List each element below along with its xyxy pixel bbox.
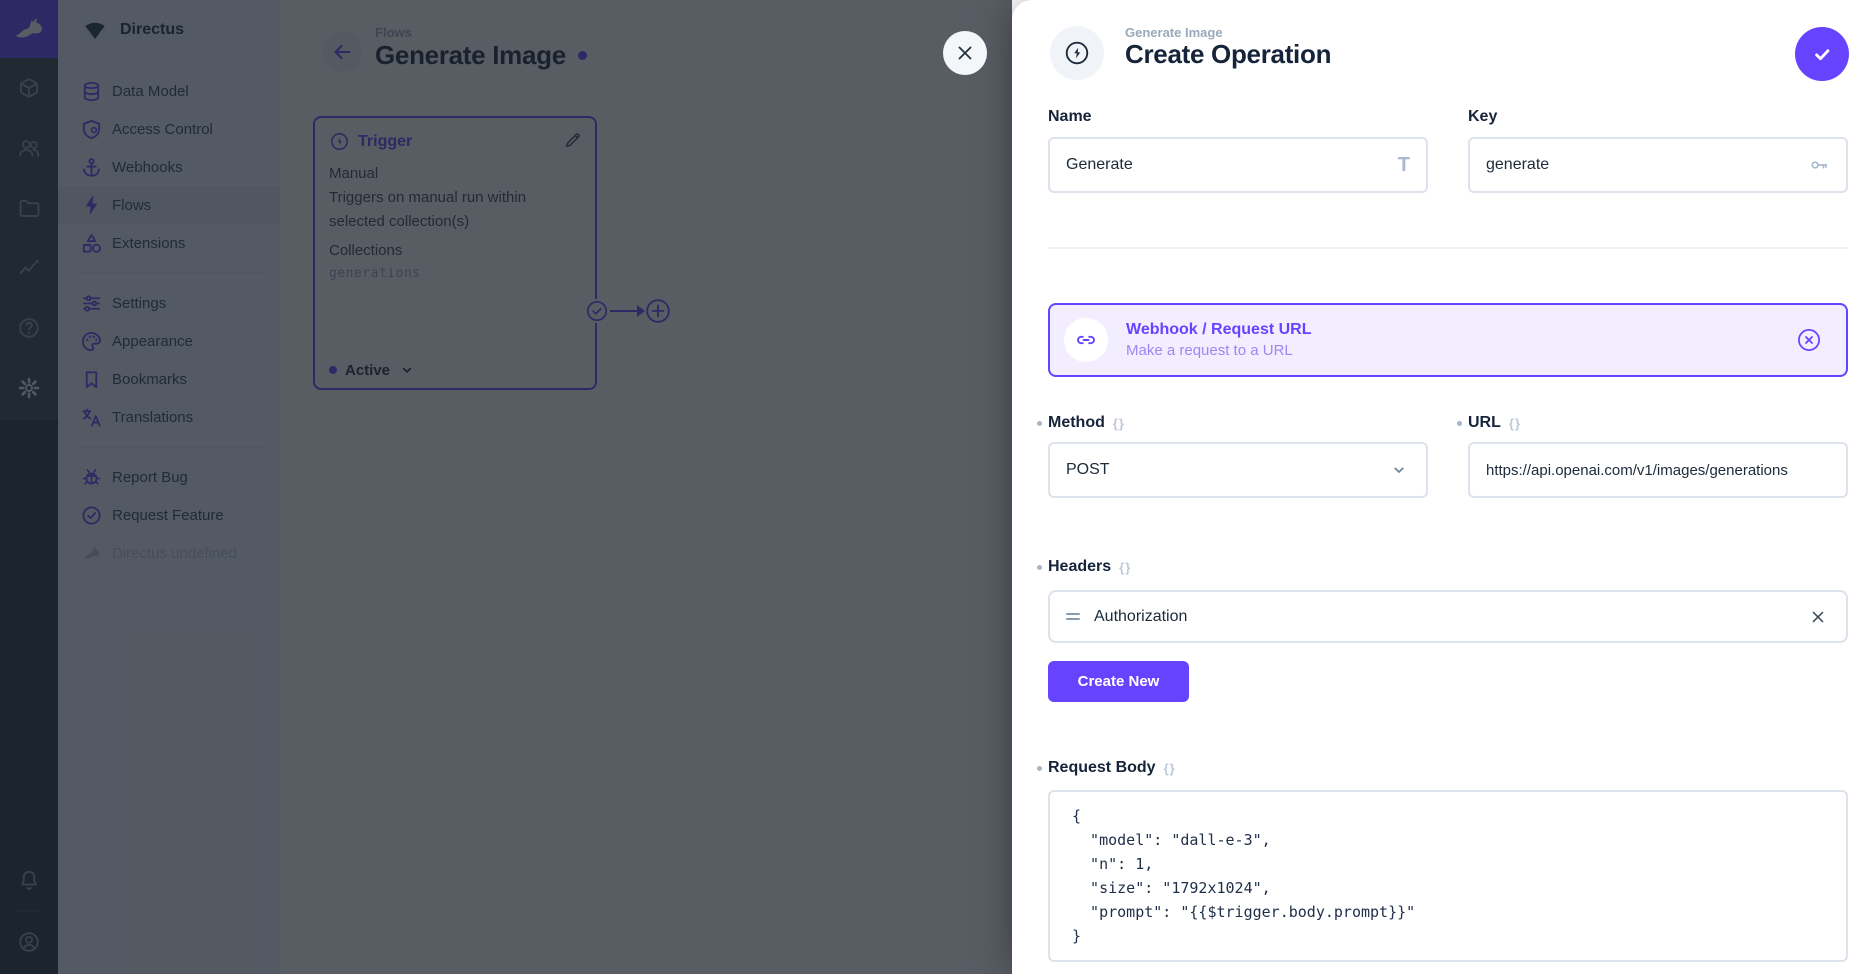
close-icon (954, 42, 976, 64)
key-field-label: Key (1468, 108, 1497, 126)
operation-type-text: Webhook / Request URL Make a request to … (1126, 321, 1312, 359)
key-input-value: generate (1486, 156, 1549, 174)
label-text: URL (1468, 414, 1501, 432)
url-input-value: https://api.openai.com/v1/images/generat… (1486, 462, 1788, 479)
method-field-label: Method {} (1048, 414, 1125, 432)
name-field-label: Name (1048, 108, 1092, 126)
url-field-label: URL {} (1468, 414, 1521, 432)
code-line: "size": "1792x1024", (1072, 876, 1824, 900)
drawer-header-icon-button[interactable] (1050, 26, 1104, 80)
label-text: Request Body (1048, 759, 1156, 777)
app-root: Directus Data Model Access Control Webho… (0, 0, 1865, 974)
name-input[interactable]: Generate T (1048, 137, 1428, 193)
header-list-item[interactable]: Authorization (1048, 590, 1848, 643)
raw-value-icon[interactable]: {} (1113, 416, 1125, 431)
operation-type-card-webhook[interactable]: Webhook / Request URL Make a request to … (1048, 303, 1848, 377)
x-icon (1808, 607, 1828, 627)
drawer-title: Create Operation (1125, 39, 1331, 70)
name-input-value: Generate (1066, 156, 1133, 174)
method-select[interactable]: POST (1048, 442, 1428, 498)
circle-x-icon (1796, 327, 1822, 353)
link-icon (1064, 318, 1108, 362)
raw-value-icon[interactable]: {} (1509, 416, 1521, 431)
request-body-editor[interactable]: { "model": "dall-e-3", "n": 1, "size": "… (1048, 790, 1848, 962)
check-icon (1809, 41, 1835, 67)
header-item-value: Authorization (1094, 608, 1187, 626)
create-operation-drawer: Generate Image Create Operation Name Key… (1012, 0, 1865, 974)
label-text: Key (1468, 108, 1497, 126)
section-divider (1048, 247, 1848, 249)
operation-type-subtitle: Make a request to a URL (1126, 342, 1312, 359)
url-input[interactable]: https://api.openai.com/v1/images/generat… (1468, 442, 1848, 498)
title-formatter-icon: T (1398, 154, 1410, 177)
code-line: } (1072, 924, 1824, 948)
deselect-operation-button[interactable] (1796, 327, 1822, 353)
request-body-field-label: Request Body {} (1048, 759, 1176, 777)
raw-value-icon[interactable]: {} (1119, 560, 1131, 575)
remove-header-button[interactable] (1808, 607, 1828, 627)
code-line: "n": 1, (1072, 852, 1824, 876)
bolt-circle-icon (1063, 39, 1091, 67)
chevron-down-icon (1388, 459, 1410, 481)
code-line: "prompt": "{{$trigger.body.prompt}}" (1072, 900, 1824, 924)
close-drawer-button[interactable] (943, 31, 987, 75)
label-text: Headers (1048, 558, 1111, 576)
drag-handle-icon[interactable] (1066, 610, 1080, 623)
drawer-backdrop[interactable] (0, 0, 1012, 974)
save-button[interactable] (1795, 27, 1849, 81)
drawer-breadcrumb[interactable]: Generate Image (1125, 25, 1223, 40)
headers-field-label: Headers {} (1048, 558, 1131, 576)
operation-type-title: Webhook / Request URL (1126, 321, 1312, 339)
code-line: "model": "dall-e-3", (1072, 828, 1824, 852)
key-icon (1808, 154, 1830, 176)
raw-value-icon[interactable]: {} (1164, 761, 1176, 776)
key-input[interactable]: generate (1468, 137, 1848, 193)
label-text: Method (1048, 414, 1105, 432)
method-select-value: POST (1066, 461, 1110, 479)
label-text: Name (1048, 108, 1092, 126)
code-line: { (1072, 804, 1824, 828)
create-new-header-button[interactable]: Create New (1048, 661, 1189, 702)
